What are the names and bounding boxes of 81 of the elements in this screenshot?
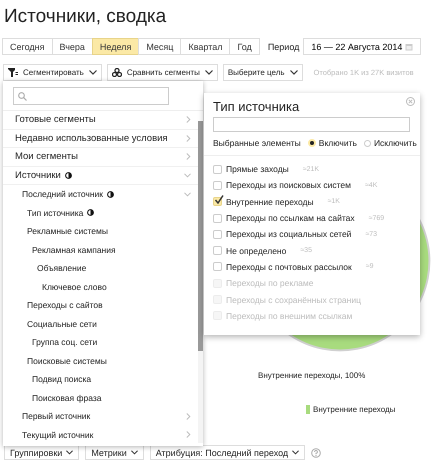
menu-item[interactable]: Последний источник (3, 185, 199, 204)
checkbox[interactable] (213, 197, 222, 206)
menu-item[interactable]: Поисковые системы (3, 352, 199, 370)
menu-item[interactable]: Подвид поиска (3, 370, 199, 388)
search-field[interactable] (213, 117, 410, 132)
chevron-right-icon (186, 412, 191, 420)
period-label: Период (268, 42, 300, 52)
goal-select-button[interactable]: Выберите цель (222, 64, 303, 81)
filter-icon (8, 68, 18, 77)
help-icon[interactable] (311, 448, 322, 458)
period-tab[interactable]: Сегодня (2, 38, 52, 55)
menu-item[interactable]: Поисковая фраза (3, 388, 199, 407)
page-title: Источники, сводка (3, 5, 168, 29)
chevron-down-icon (130, 450, 138, 455)
chevron-down-icon (184, 192, 191, 197)
legend-label: Внутренние переходы (313, 405, 396, 414)
checkbox[interactable] (213, 214, 222, 223)
dropdown-button[interactable]: Метрики (85, 445, 144, 460)
calendar-icon (405, 42, 414, 50)
menu-item[interactable]: Группа соц. сети (3, 333, 199, 352)
menu-item[interactable]: Переходы с сайтов (3, 296, 199, 314)
menu-item[interactable]: Рекламная кампания (3, 240, 199, 259)
checkbox[interactable] (213, 230, 222, 239)
menu-item[interactable]: Ключевое слово (3, 278, 199, 296)
menu-item[interactable]: Объявление (3, 259, 199, 278)
circles-icon (112, 68, 122, 77)
dropdown-button[interactable]: Атрибуция: Последний переход (150, 445, 306, 460)
option-label: Переходы по ссылкам на сайтах (226, 213, 355, 224)
chevron-down-icon (66, 450, 74, 455)
radio-label: Исключить (374, 138, 417, 148)
option-label: Переходы из поисковых систем (226, 180, 351, 190)
close-icon[interactable] (406, 97, 415, 106)
period-tab[interactable]: Неделя (92, 38, 140, 55)
chevron-down-icon (204, 70, 213, 75)
search-field[interactable] (13, 87, 169, 105)
option-label: Не определено (226, 246, 286, 256)
scrollbar[interactable] (198, 121, 203, 443)
radio-label: Включить (318, 138, 357, 148)
option-label: Переходы из социальных сетей (226, 229, 352, 240)
popup-title: Тип источника (213, 99, 300, 115)
chevron-down-icon (292, 450, 300, 455)
radio-button[interactable] (364, 140, 371, 146)
chevron-down-icon (290, 70, 298, 75)
option-label: Переходы с почтовых рассылок (226, 262, 352, 272)
option-label: Переходы с сохранённых страниц (226, 294, 361, 305)
menu-item[interactable]: Тип источника (3, 204, 199, 222)
option-label: Внутренние переходы (226, 196, 314, 207)
mode-label: Выбранные элементы (213, 138, 301, 148)
chevron-right-icon (186, 134, 191, 142)
checkbox[interactable] (213, 246, 222, 256)
checkmark-icon (214, 195, 224, 206)
menu-item[interactable]: Первый источник (3, 407, 199, 426)
period-tab[interactable]: Квартал (180, 38, 230, 55)
slice-label: Внутренние переходы, 100% (258, 371, 366, 380)
option-label: Переходы по рекламе (226, 278, 314, 288)
date-range-button[interactable]: 16 — 22 Августа 2014 (303, 38, 422, 55)
chevron-down-icon (88, 70, 97, 75)
half-circle-icon (64, 172, 72, 179)
menu-item[interactable]: Рекламные системы (3, 222, 199, 240)
segment-button[interactable]: Сегментировать (3, 64, 102, 81)
chevron-right-icon (186, 116, 191, 124)
half-circle-icon (107, 190, 114, 198)
option-label: Переходы по внешним ссылкам (226, 310, 352, 321)
compare-segments-button[interactable]: Сравнить сегменты (106, 64, 218, 81)
chevron-right-icon (186, 431, 191, 438)
chevron-right-icon (186, 153, 191, 160)
checkbox[interactable] (213, 180, 222, 190)
checkbox[interactable] (213, 262, 222, 272)
period-tab[interactable]: Вчера (52, 38, 93, 55)
menu-item[interactable]: Социальные сети (3, 314, 199, 333)
menu-item[interactable]: Готовые сегменты (3, 111, 199, 130)
period-tab[interactable]: Месяц (138, 38, 182, 55)
search-icon (18, 92, 27, 100)
chevron-down-icon (184, 172, 191, 178)
radio-button[interactable] (308, 139, 316, 147)
menu-item[interactable]: Текущий источник (3, 426, 199, 444)
half-circle-icon (87, 209, 94, 216)
dropdown-button[interactable]: Группировки (4, 445, 80, 460)
option-label: Прямые заходы (226, 164, 289, 174)
checkbox[interactable] (213, 164, 222, 174)
period-tab[interactable]: Год (229, 38, 260, 55)
